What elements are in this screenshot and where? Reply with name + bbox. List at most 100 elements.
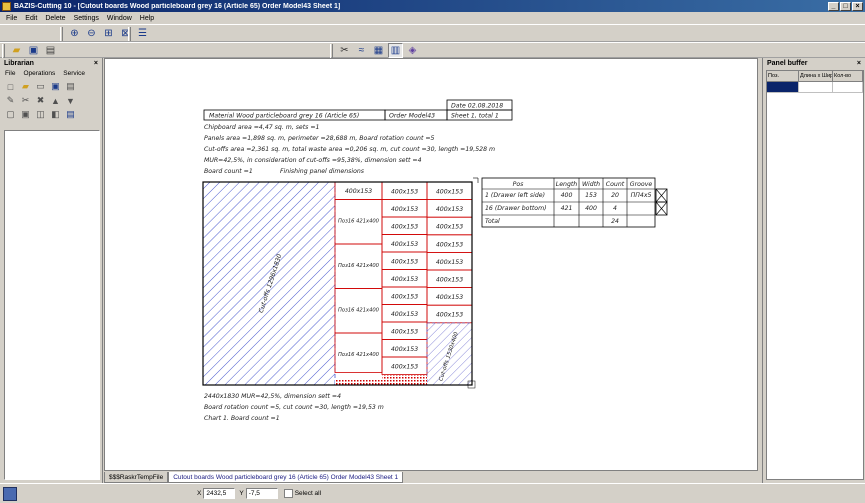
table-row[interactable] xyxy=(767,82,863,93)
table-cell: 400 xyxy=(585,205,597,212)
move-up-icon[interactable]: ▲ xyxy=(49,94,62,107)
close-button[interactable]: × xyxy=(852,1,863,11)
drawing-canvas[interactable]: Date 02.08.2018 Material Wood particlebo… xyxy=(104,58,758,471)
piece-label: 400x153 xyxy=(391,189,418,196)
table-header-cell: Width xyxy=(582,180,600,188)
box-3d-icon[interactable]: ◈ xyxy=(405,43,420,58)
info-line-4: MUR=42,5%, in consideration of cut-offs … xyxy=(204,156,422,164)
table-cell: 153 xyxy=(585,192,597,199)
menu-file[interactable]: File xyxy=(6,15,17,22)
librarian-close-icon[interactable]: × xyxy=(94,60,98,67)
delete-icon[interactable]: ✖ xyxy=(34,94,47,107)
zoom-out-icon[interactable]: ⊖ xyxy=(84,26,99,41)
app-icon xyxy=(2,1,11,11)
zoom-in-icon[interactable]: ⊕ xyxy=(67,26,82,41)
menu-settings[interactable]: Settings xyxy=(74,15,99,22)
piece-label: 400x153 xyxy=(436,277,463,284)
x-coordinate[interactable]: 2432,5 xyxy=(203,488,236,499)
list-icon[interactable]: ☰ xyxy=(135,26,150,41)
piece-label: 400x153 xyxy=(391,364,418,371)
piece-label: 400x153 xyxy=(436,259,463,266)
group-icon[interactable]: ◫ xyxy=(34,108,47,121)
table-cell: 16 (Drawer bottom) xyxy=(485,204,547,212)
info-line-3: Cut-offs area =2,361 sq. m, total waste … xyxy=(204,145,495,153)
wave-icon[interactable]: ≈ xyxy=(354,43,369,58)
lib-menu-file[interactable]: File xyxy=(5,70,15,77)
report-icon[interactable]: ▤ xyxy=(64,108,77,121)
status-bar: X 2432,5 Y -7,5 Select all xyxy=(0,483,865,503)
lib-menu-operations[interactable]: Operations xyxy=(23,70,55,77)
menu-help[interactable]: Help xyxy=(140,15,154,22)
toolbar-row-1: ⊕ ⊖ ⊞ ⊠ ☰ xyxy=(0,24,865,42)
table-cell: 20 xyxy=(611,192,619,199)
open-folder-icon[interactable]: ▰ xyxy=(9,43,24,58)
tools-icon[interactable]: ✎ xyxy=(4,94,17,107)
cut-icon[interactable]: ✂ xyxy=(337,43,352,58)
table-cell: Total xyxy=(485,217,500,225)
select-all-checkbox[interactable] xyxy=(283,489,293,498)
footer-line-3: Chart 1. Board count =1 xyxy=(204,414,280,422)
maximize-button[interactable]: □ xyxy=(840,1,851,11)
piece-label: 400x153 xyxy=(391,294,418,301)
new-doc-icon[interactable]: □ xyxy=(4,80,17,93)
tab-cutout-boards[interactable]: Cutout boards Wood particleboard grey 16… xyxy=(168,472,404,483)
col-count[interactable]: Кол-во xyxy=(833,71,863,82)
footer-line-1: 2440x1830 MUR=42,5%, dimension sett =4 xyxy=(204,392,341,400)
piece-label: 400x153 xyxy=(391,311,418,318)
minimize-button[interactable]: _ xyxy=(828,1,839,11)
lib-save-icon[interactable]: ▣ xyxy=(49,80,62,93)
layout-icon[interactable]: ▦ xyxy=(371,43,386,58)
lib-print-icon[interactable]: ▤ xyxy=(64,80,77,93)
x-label: X xyxy=(197,490,202,497)
piece-label: 400x153 xyxy=(436,189,463,196)
col-length-width[interactable]: Длина x Шир. xyxy=(799,71,833,82)
y-coordinate[interactable]: -7,5 xyxy=(245,488,278,499)
sheet-view-icon[interactable]: ▥ xyxy=(388,43,403,58)
spacer-icon xyxy=(79,80,92,93)
table-cell: 4 xyxy=(613,205,617,212)
piece-label: 400x153 xyxy=(436,224,463,231)
mid-part-label: Поз16 421x400 xyxy=(338,308,380,314)
tab-temp-file[interactable]: $$$RaskrTempFile xyxy=(104,472,169,483)
title-bar: BAZIS-Cutting 10 - [Cutout boards Wood p… xyxy=(0,0,865,12)
table-header-cell: Groove xyxy=(630,181,653,188)
piece-label: 400x153 xyxy=(345,188,372,195)
panel-buffer-close-icon[interactable]: × xyxy=(857,60,861,67)
move-down-icon[interactable]: ▼ xyxy=(64,94,77,107)
librarian-tree[interactable] xyxy=(4,130,100,480)
panel-icon[interactable]: ▣ xyxy=(19,108,32,121)
new-folder-icon[interactable]: ▭ xyxy=(34,80,47,93)
cut-tool-icon[interactable]: ✂ xyxy=(19,94,32,107)
date-text: Date 02.08.2018 xyxy=(451,102,503,110)
material-text: Material Wood particleboard grey 16 (Art… xyxy=(209,112,359,120)
app-window: BAZIS-Cutting 10 - [Cutout boards Wood p… xyxy=(0,0,865,503)
info-line-2: Panels area =1,898 sq. m, perimeter =28,… xyxy=(204,134,435,142)
piece-label: 400x153 xyxy=(391,224,418,231)
table-header-cell: Pos xyxy=(513,181,525,188)
print-icon[interactable]: ▤ xyxy=(43,43,58,58)
piece-label: 400x153 xyxy=(391,206,418,213)
menu-window[interactable]: Window xyxy=(107,15,132,22)
mid-part-label: Поз16 421x400 xyxy=(338,352,380,358)
parts-table: Pos Length Width Count Groove 1 (Drawer left … xyxy=(473,177,668,228)
sheet-text: Sheet 1, total 1 xyxy=(451,112,499,120)
table-cell: 1 (Drawer left side) xyxy=(485,191,545,199)
piece-label: 400x153 xyxy=(391,346,418,353)
panel-buffer: Panel buffer × Поз. Длина x Шир. Кол-во xyxy=(762,58,865,483)
toolbar-row-2: ▰ ▣ ▤ ✂ ≈ ▦ ▥ ◈ xyxy=(0,42,865,58)
table-cell: 400 xyxy=(561,192,573,199)
panel-buffer-table[interactable]: Поз. Длина x Шир. Кол-во xyxy=(766,70,864,480)
lib-menu-service[interactable]: Service xyxy=(63,70,85,77)
middle-column: 400x153 Поз16 421x400 Поз16 421x400 Поз16 4… xyxy=(334,181,383,373)
layers-icon[interactable]: ◧ xyxy=(49,108,62,121)
save-icon[interactable]: ▣ xyxy=(26,43,41,58)
col-pos[interactable]: Поз. xyxy=(767,71,799,82)
open-icon[interactable]: ▰ xyxy=(19,80,32,93)
menu-edit[interactable]: Edit xyxy=(25,15,37,22)
piece-label: 400x153 xyxy=(436,312,463,319)
librarian-panel: Librarian × File Operations Service □ ▰ … xyxy=(0,58,103,483)
footer-line-2: Board rotation count =5, cut count =30, … xyxy=(204,403,384,411)
rect-icon[interactable]: ▢ xyxy=(4,108,17,121)
zoom-window-icon[interactable]: ⊞ xyxy=(101,26,116,41)
menu-delete[interactable]: Delete xyxy=(45,15,65,22)
